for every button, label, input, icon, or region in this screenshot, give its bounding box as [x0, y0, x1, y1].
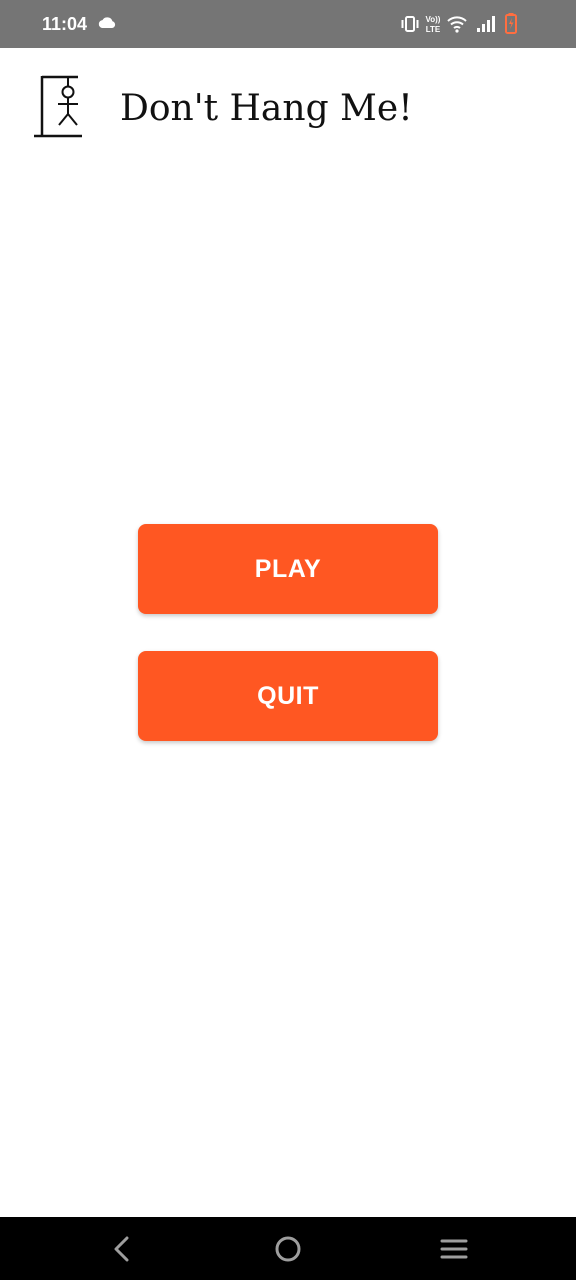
back-icon[interactable] [106, 1233, 138, 1265]
battery-charging-icon [505, 13, 517, 34]
quit-button[interactable]: QUIT [138, 651, 438, 741]
wifi-icon [447, 16, 467, 33]
app-title: Don't Hang Me! [120, 88, 413, 129]
hangman-icon [34, 75, 82, 138]
status-icons: Vo)) LTE [400, 12, 540, 36]
status-time: 11:04 [42, 14, 88, 34]
signal-icon [477, 16, 495, 32]
navigation-bar [0, 1217, 576, 1280]
cloud-icon [98, 17, 116, 28]
home-icon[interactable] [272, 1233, 304, 1265]
play-button[interactable]: PLAY [138, 524, 438, 614]
volte-label-top: Vo)) [426, 15, 441, 24]
volte-icon: Vo)) LTE [426, 15, 441, 34]
app-header: Don't Hang Me! [0, 48, 576, 172]
status-bar: 11:04 Vo)) LTE [0, 0, 576, 48]
volte-label-bottom: LTE [426, 25, 441, 34]
recents-menu-icon[interactable] [438, 1233, 470, 1265]
vibrate-icon [401, 16, 419, 32]
